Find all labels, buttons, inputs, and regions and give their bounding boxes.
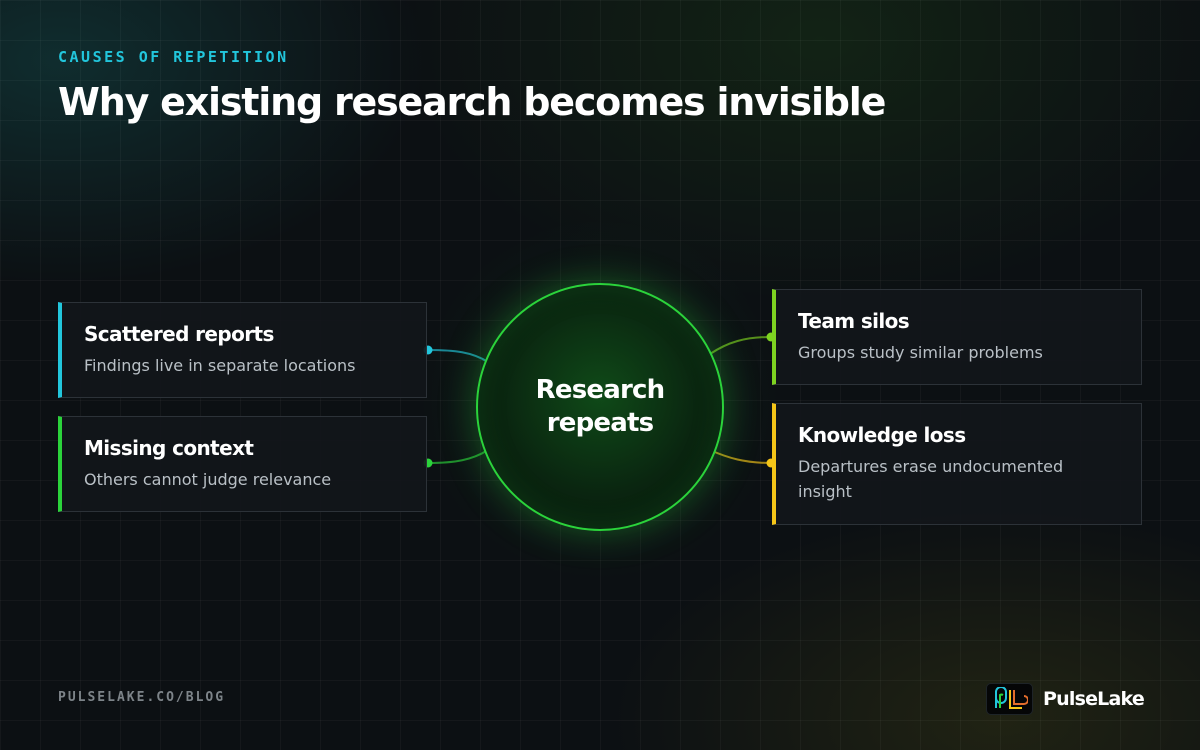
brand-lockup: PulseLake [986, 683, 1145, 715]
cause-card-team-silos: Team silos Groups study similar problems [772, 289, 1142, 385]
hub-label: Research repeats [535, 375, 665, 438]
cause-card-scattered-reports: Scattered reports Findings live in separ… [58, 302, 427, 398]
cause-description: Departures erase undocumented insight [798, 457, 1064, 501]
connector-knowledge-loss [709, 449, 772, 464]
cause-description: Groups study similar problems [798, 343, 1043, 362]
cause-title: Missing context [84, 436, 254, 460]
cause-title: Scattered reports [84, 322, 274, 346]
pulselake-logo-icon [986, 683, 1033, 715]
footer-url: PULSELAKE.CO/BLOG [58, 690, 226, 705]
cause-card-knowledge-loss: Knowledge loss Departures erase undocume… [772, 403, 1142, 525]
cause-title: Knowledge loss [798, 423, 966, 447]
connector-missing-context [427, 449, 489, 464]
brand-name: PulseLake [1043, 688, 1145, 710]
connector-scattered-reports [427, 349, 489, 363]
cause-card-missing-context: Missing context Others cannot judge rele… [58, 416, 427, 512]
cause-title: Team silos [798, 309, 910, 333]
connector-team-silos [709, 336, 772, 355]
central-hub-circle: Research repeats [476, 283, 724, 531]
cause-description: Findings live in separate locations [84, 356, 356, 375]
cause-description: Others cannot judge relevance [84, 470, 332, 489]
